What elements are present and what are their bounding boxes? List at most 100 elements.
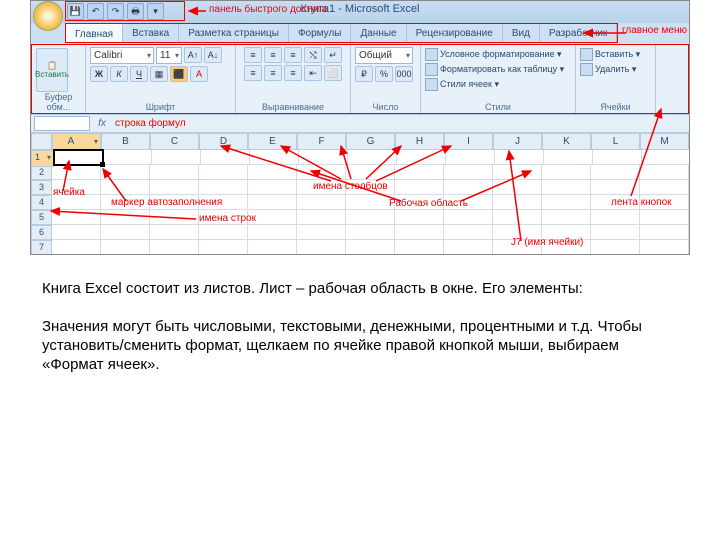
cell[interactable]: [591, 225, 640, 240]
cell[interactable]: [103, 150, 152, 165]
cell[interactable]: [444, 165, 493, 180]
align-center-icon[interactable]: ≡: [264, 65, 282, 81]
cell[interactable]: [199, 210, 248, 225]
cell[interactable]: [640, 165, 689, 180]
cell[interactable]: [346, 180, 395, 195]
cell[interactable]: [493, 225, 542, 240]
cell[interactable]: [348, 150, 397, 165]
cell[interactable]: [248, 180, 297, 195]
font-color-icon[interactable]: A: [190, 66, 208, 82]
cell[interactable]: [248, 210, 297, 225]
cell[interactable]: [150, 225, 199, 240]
tab-developer[interactable]: Разработчик: [540, 24, 617, 42]
fx-icon[interactable]: fx: [93, 118, 111, 129]
currency-icon[interactable]: ₽: [355, 66, 373, 82]
bold-icon[interactable]: Ж: [90, 66, 108, 82]
cell[interactable]: [542, 165, 591, 180]
col-header[interactable]: A: [52, 133, 101, 150]
cell[interactable]: [444, 240, 493, 255]
align-right-icon[interactable]: ≡: [284, 65, 302, 81]
cell[interactable]: [346, 195, 395, 210]
row-header[interactable]: 6: [31, 225, 52, 240]
cell[interactable]: [593, 150, 642, 165]
cell[interactable]: [493, 240, 542, 255]
col-header[interactable]: E: [248, 133, 297, 150]
cell[interactable]: [395, 240, 444, 255]
cell[interactable]: [297, 240, 346, 255]
cell[interactable]: [150, 210, 199, 225]
cell[interactable]: [52, 195, 101, 210]
cell[interactable]: [346, 225, 395, 240]
cell[interactable]: [52, 180, 101, 195]
cell[interactable]: [493, 195, 542, 210]
cell[interactable]: [395, 165, 444, 180]
col-header[interactable]: F: [297, 133, 346, 150]
paste-button[interactable]: 📋Вставить: [36, 48, 68, 92]
tab-page-layout[interactable]: Разметка страницы: [179, 24, 289, 42]
cell[interactable]: [591, 210, 640, 225]
cell[interactable]: [591, 240, 640, 255]
cell[interactable]: [199, 195, 248, 210]
number-format-select[interactable]: Общий: [355, 47, 413, 64]
select-all-corner[interactable]: [31, 133, 52, 150]
cell[interactable]: [199, 225, 248, 240]
format-as-table-button[interactable]: Форматировать как таблицу ▾: [425, 62, 564, 76]
cell[interactable]: [591, 180, 640, 195]
delete-cells-button[interactable]: Удалить ▾: [580, 62, 636, 76]
cell[interactable]: [199, 165, 248, 180]
cell[interactable]: [640, 195, 689, 210]
cell[interactable]: [52, 240, 101, 255]
cell[interactable]: [248, 195, 297, 210]
cell-styles-button[interactable]: Стили ячеек ▾: [425, 77, 499, 91]
cell[interactable]: [444, 225, 493, 240]
cell[interactable]: [199, 240, 248, 255]
wrap-text-icon[interactable]: ↵: [324, 47, 342, 63]
col-header[interactable]: B: [101, 133, 150, 150]
comma-icon[interactable]: 000: [395, 66, 413, 82]
cell[interactable]: [297, 225, 346, 240]
col-header[interactable]: G: [346, 133, 395, 150]
cell[interactable]: [101, 225, 150, 240]
cell[interactable]: [346, 210, 395, 225]
cell[interactable]: [101, 180, 150, 195]
orientation-icon[interactable]: ⤭: [304, 47, 322, 63]
cell[interactable]: [395, 180, 444, 195]
align-middle-icon[interactable]: ≡: [264, 47, 282, 63]
cell[interactable]: [152, 150, 201, 165]
col-header[interactable]: M: [640, 133, 689, 150]
cell[interactable]: [150, 165, 199, 180]
row-header[interactable]: 3: [31, 180, 52, 195]
cell[interactable]: [542, 180, 591, 195]
col-header[interactable]: H: [395, 133, 444, 150]
row-header[interactable]: 4: [31, 195, 52, 210]
cell[interactable]: [444, 195, 493, 210]
cell[interactable]: [397, 150, 446, 165]
cell[interactable]: [591, 195, 640, 210]
cell[interactable]: [444, 210, 493, 225]
col-header[interactable]: C: [150, 133, 199, 150]
cell[interactable]: [542, 225, 591, 240]
align-left-icon[interactable]: ≡: [244, 65, 262, 81]
align-top-icon[interactable]: ≡: [244, 47, 262, 63]
merge-icon[interactable]: ⬜: [324, 65, 342, 81]
tab-view[interactable]: Вид: [503, 24, 540, 42]
indent-dec-icon[interactable]: ⇤: [304, 65, 322, 81]
cell[interactable]: [493, 180, 542, 195]
cell[interactable]: [101, 165, 150, 180]
col-header[interactable]: K: [542, 133, 591, 150]
cell[interactable]: [101, 210, 150, 225]
cell[interactable]: [52, 225, 101, 240]
cell[interactable]: [542, 195, 591, 210]
cell[interactable]: [395, 195, 444, 210]
font-name-select[interactable]: Calibri: [90, 47, 154, 64]
cell[interactable]: [150, 180, 199, 195]
cell[interactable]: [640, 210, 689, 225]
cell[interactable]: [52, 165, 101, 180]
cell[interactable]: [101, 195, 150, 210]
cell[interactable]: [248, 240, 297, 255]
office-button-icon[interactable]: [33, 1, 63, 31]
cell-a1[interactable]: [54, 150, 103, 165]
cell[interactable]: [248, 165, 297, 180]
cell[interactable]: [395, 210, 444, 225]
cell[interactable]: [299, 150, 348, 165]
